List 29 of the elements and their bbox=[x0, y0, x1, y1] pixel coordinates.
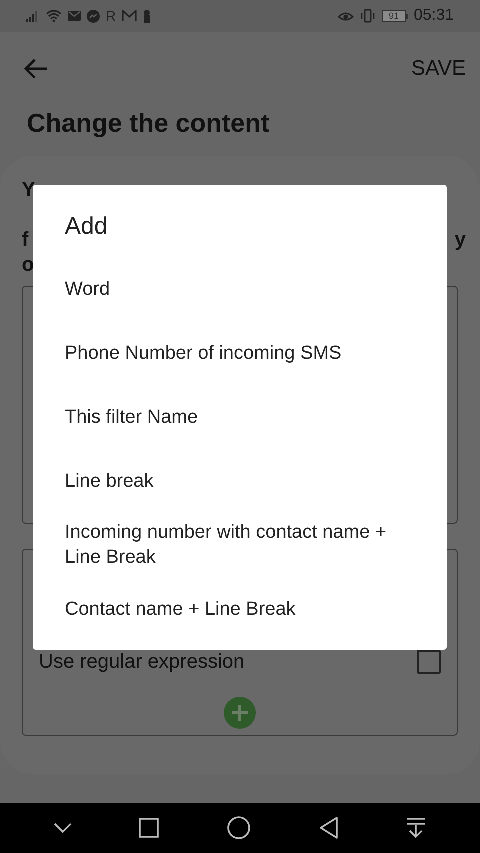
m-logo-icon bbox=[122, 10, 138, 22]
back-icon[interactable] bbox=[318, 817, 339, 839]
eye-icon bbox=[338, 10, 354, 22]
menu-item[interactable]: Contact name + Line Break bbox=[65, 577, 415, 641]
battery-icon: 91 bbox=[382, 10, 408, 22]
menu-item[interactable]: This filter Name bbox=[65, 385, 415, 449]
recents-icon[interactable] bbox=[139, 818, 160, 838]
keyhole-icon bbox=[143, 10, 152, 22]
menu-item[interactable]: Line break bbox=[65, 449, 415, 513]
description-text: y bbox=[454, 228, 466, 253]
wifi-icon bbox=[46, 10, 62, 22]
notification-pull-icon[interactable] bbox=[406, 817, 426, 839]
dialog-title: Add bbox=[65, 212, 109, 242]
r-icon: R bbox=[106, 6, 116, 26]
option-label: Use regular expression bbox=[39, 650, 245, 675]
menu-item[interactable]: Word bbox=[65, 257, 415, 321]
signal-icon bbox=[26, 10, 40, 22]
menu-item[interactable]: Incoming number with contact name + Line Break bbox=[65, 513, 415, 577]
messenger-icon bbox=[87, 10, 100, 22]
home-icon[interactable] bbox=[226, 816, 251, 840]
page-title: Change the content bbox=[26, 107, 271, 140]
back-arrow-icon[interactable] bbox=[24, 58, 48, 80]
chevron-down-icon[interactable] bbox=[54, 823, 72, 833]
description-text: o bbox=[22, 253, 34, 278]
vibrate-icon bbox=[360, 9, 376, 23]
menu-item[interactable]: Phone Number of incoming SMS bbox=[65, 321, 415, 385]
clock-time: 05:31 bbox=[414, 6, 454, 26]
mail-icon bbox=[68, 11, 81, 21]
description-text: f bbox=[22, 228, 29, 253]
